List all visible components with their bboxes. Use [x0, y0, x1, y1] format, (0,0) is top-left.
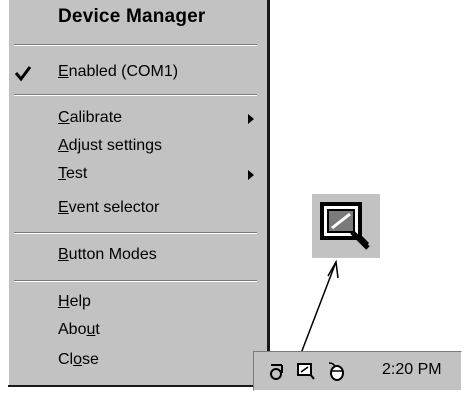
menu-item-label: Event selector	[58, 199, 160, 216]
submenu-arrow-icon	[248, 114, 254, 124]
checkmark-icon	[14, 66, 32, 82]
menu-item-label: Enabled (COM1)	[58, 63, 179, 80]
system-tray: 2:20 PM	[253, 351, 462, 391]
menu-item-label: Help	[58, 293, 91, 310]
menu-item-label: Calibrate	[58, 109, 123, 126]
tablet-icon-zoomed	[312, 194, 380, 258]
menu-item-adjust-settings[interactable]: Adjust settings	[8, 134, 258, 160]
mouse-tray-icon[interactable]	[326, 361, 346, 381]
menu-item-button-modes[interactable]: Button Modes	[8, 243, 258, 269]
menu-item-label: Close	[58, 351, 99, 368]
menu-separator	[14, 280, 257, 282]
context-menu: Device Manager Enabled (COM1) Calibrate …	[8, 0, 270, 387]
menu-item-event-selector[interactable]: Event selector	[8, 196, 258, 222]
menu-item-about[interactable]: About	[8, 318, 258, 344]
speaker-tray-icon[interactable]	[268, 361, 288, 381]
submenu-arrow-icon	[248, 170, 254, 180]
menu-item-test[interactable]: Test	[8, 162, 258, 188]
menu-separator	[14, 94, 257, 96]
menu-separator	[14, 232, 257, 234]
tablet-tray-icon[interactable]	[296, 361, 316, 381]
menu-item-label: About	[58, 321, 100, 338]
menu-item-close[interactable]: Close	[8, 348, 258, 374]
tablet-icon	[320, 202, 370, 250]
menu-item-label: Test	[58, 165, 88, 182]
menu-separator	[14, 44, 257, 46]
menu-item-enabled[interactable]: Enabled (COM1)	[8, 60, 258, 86]
menu-title: Device Manager	[58, 6, 206, 27]
menu-item-label: Adjust settings	[58, 137, 163, 154]
menu-item-label: Button Modes	[58, 246, 157, 263]
clock[interactable]: 2:20 PM	[382, 361, 442, 379]
menu-item-help[interactable]: Help	[8, 290, 258, 316]
menu-item-calibrate[interactable]: Calibrate	[8, 106, 258, 132]
